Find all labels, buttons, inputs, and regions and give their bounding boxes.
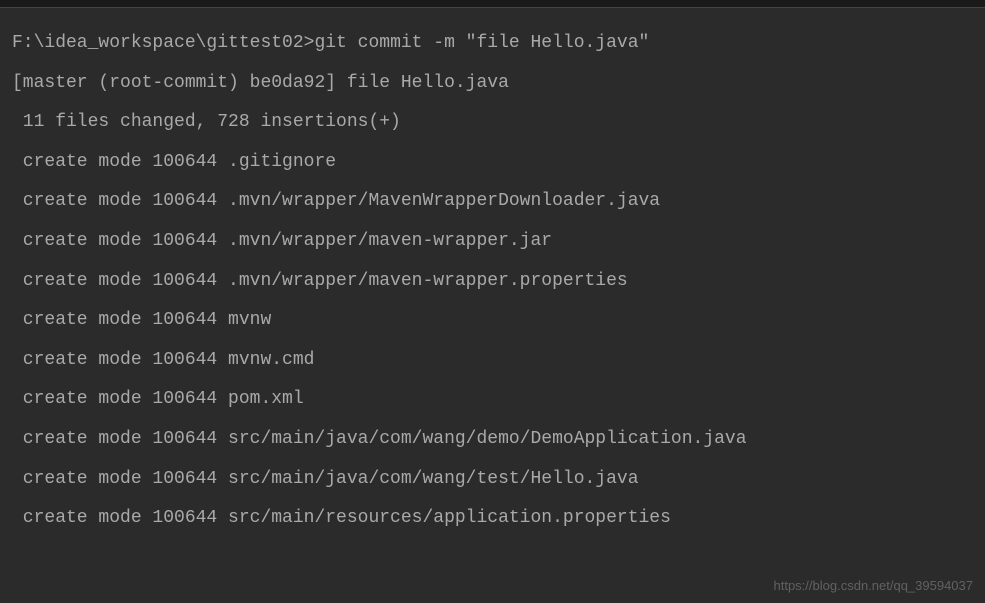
prompt-path: F:\idea_workspace\gittest02>	[12, 33, 314, 53]
output-line: create mode 100644 .gitignore	[12, 143, 973, 183]
output-line: 11 files changed, 728 insertions(+)	[12, 103, 973, 143]
output-line: create mode 100644 mvnw	[12, 301, 973, 341]
output-line: create mode 100644 .mvn/wrapper/MavenWra…	[12, 182, 973, 222]
output-line: create mode 100644 src/main/java/com/wan…	[12, 420, 973, 460]
output-line: create mode 100644 src/main/resources/ap…	[12, 499, 973, 539]
output-line: create mode 100644 src/main/java/com/wan…	[12, 460, 973, 500]
output-line: create mode 100644 .mvn/wrapper/maven-wr…	[12, 222, 973, 262]
output-line: create mode 100644 .mvn/wrapper/maven-wr…	[12, 262, 973, 302]
command-line: F:\idea_workspace\gittest02>git commit -…	[12, 24, 973, 64]
output-line: [master (root-commit) be0da92] file Hell…	[12, 64, 973, 104]
output-line: create mode 100644 pom.xml	[12, 380, 973, 420]
output-line: create mode 100644 mvnw.cmd	[12, 341, 973, 381]
command-text: git commit -m "file Hello.java"	[314, 33, 649, 53]
window-top-bar	[0, 0, 985, 8]
watermark-text: https://blog.csdn.net/qq_39594037	[774, 578, 974, 593]
terminal-output[interactable]: F:\idea_workspace\gittest02>git commit -…	[0, 8, 985, 547]
